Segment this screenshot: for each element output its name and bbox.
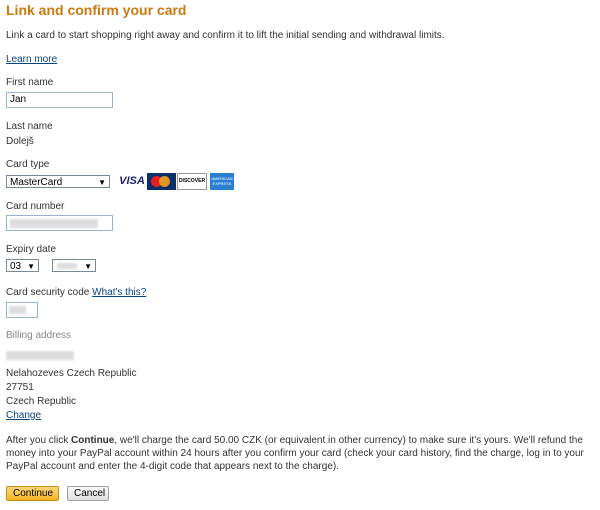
expiry-date-label: Expiry date (6, 244, 57, 255)
chevron-down-icon: ▼ (84, 262, 92, 271)
card-type-selected: MasterCard (10, 177, 63, 188)
page-title: Link and confirm your card (6, 2, 187, 18)
change-address-link[interactable]: Change (6, 410, 41, 421)
chevron-down-icon: ▼ (98, 178, 106, 187)
billing-address-label: Billing address (6, 330, 72, 341)
cancel-button[interactable]: Cancel (67, 486, 109, 501)
last-name-label: Last name (6, 121, 53, 132)
card-number-field[interactable] (6, 215, 113, 231)
expiry-year-select[interactable]: ▼ (52, 259, 96, 272)
first-name-field[interactable]: Jan (6, 92, 113, 108)
expiry-month-value: 03 (10, 261, 22, 272)
notice-bold: Continue (71, 435, 115, 446)
billing-zip-line: 27751 (6, 382, 34, 393)
security-code-row: Card security code What's this? (6, 287, 146, 298)
last-name-value: Dolejš (6, 136, 34, 147)
redacted-expiry-year (57, 263, 77, 269)
card-type-select[interactable]: MasterCard ▼ (6, 175, 110, 188)
billing-city-line: Nelahozeves Czech Republic (6, 368, 137, 379)
visa-logo: VISA (119, 175, 145, 187)
security-code-field[interactable] (6, 302, 38, 318)
mastercard-logo (147, 173, 176, 190)
whats-this-link[interactable]: What's this? (92, 287, 146, 298)
security-code-label: Card security code (6, 287, 90, 298)
charge-notice: After you click Continue, we'll charge t… (6, 434, 594, 473)
redacted-street-address (6, 351, 74, 360)
billing-country-line: Czech Republic (6, 396, 77, 407)
discover-logo: DISCOVER (177, 173, 207, 190)
notice-before: After you click (6, 435, 72, 446)
chevron-down-icon: ▼ (27, 262, 35, 271)
redacted-card-number (10, 219, 98, 228)
continue-button[interactable]: Continue (6, 486, 59, 501)
amex-logo: AMERICAN EXPRESS (210, 173, 234, 190)
first-name-label: First name (6, 77, 54, 88)
card-number-label: Card number (6, 201, 65, 212)
learn-more-link[interactable]: Learn more (6, 54, 57, 65)
card-type-label: Card type (6, 159, 50, 170)
expiry-month-select[interactable]: 03 ▼ (6, 259, 39, 272)
intro-text: Link a card to start shopping right away… (6, 30, 445, 41)
redacted-security-code (9, 306, 26, 314)
